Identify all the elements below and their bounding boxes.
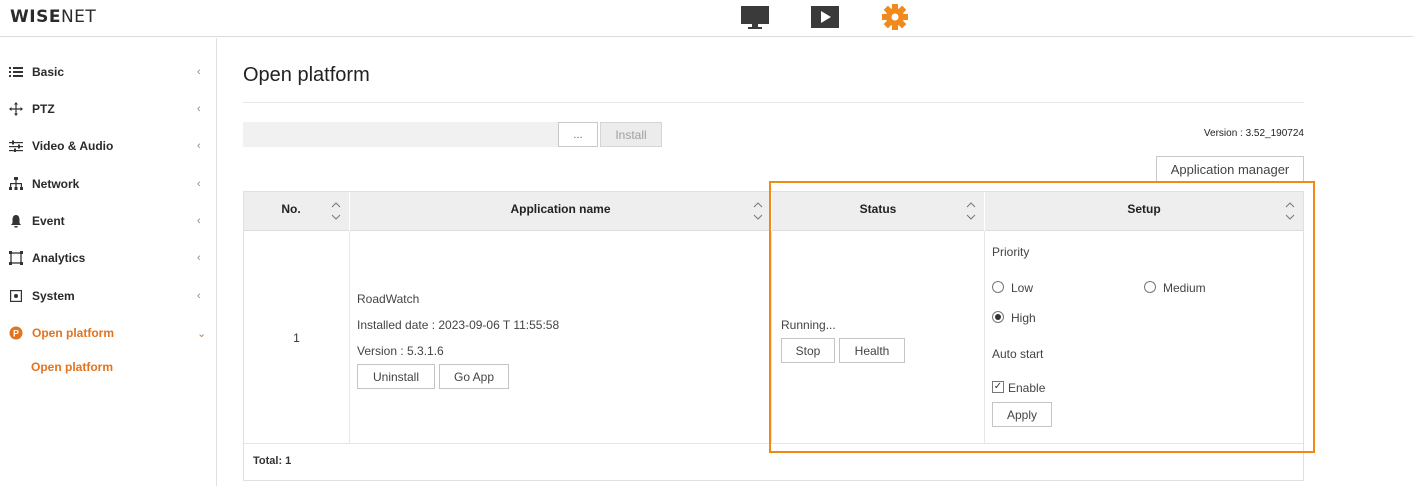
sidebar-item-ptz[interactable]: PTZ ‹	[0, 94, 216, 124]
sidebar-item-label: System	[32, 289, 75, 303]
chevron-left-icon: ‹	[197, 140, 201, 152]
sort-icon[interactable]	[966, 200, 976, 222]
sidebar-item-label: Event	[32, 214, 65, 228]
page-title: Open platform	[243, 64, 370, 86]
file-path-input[interactable]	[243, 122, 558, 147]
sidebar-item-analytics[interactable]: Analytics ‹	[0, 243, 216, 273]
chevron-left-icon: ‹	[197, 103, 201, 115]
app-version: Version : 5.3.1.6	[357, 344, 444, 358]
sidebar-subitem-open-platform[interactable]: Open platform	[31, 360, 113, 374]
sidebar-item-system[interactable]: System ‹	[0, 281, 216, 311]
total-count: Total: 1	[253, 455, 292, 467]
column-header-no[interactable]: No.	[244, 192, 350, 231]
cell-status: Running... Stop Health	[772, 231, 985, 443]
auto-start-label: Auto start	[992, 347, 1044, 361]
sidebar-item-open-platform[interactable]: P Open platform ⌄	[0, 318, 216, 348]
cell-application-name: RoadWatch Installed date : 2023-09-06 T …	[350, 231, 772, 443]
installed-date: Installed date : 2023-09-06 T 11:55:58	[357, 318, 560, 332]
logo-thin-text: NET	[60, 7, 97, 27]
table-footer: Total: 1	[244, 443, 1303, 480]
play-icon[interactable]	[810, 4, 840, 30]
priority-high-radio[interactable]	[992, 311, 1004, 323]
sidebar-item-label: Video & Audio	[32, 139, 114, 153]
sliders-icon	[9, 139, 23, 153]
sidebar-item-label: Open platform	[32, 326, 115, 340]
priority-low-label[interactable]: Low	[1011, 281, 1033, 295]
table-header: No. Application name Status Setup	[244, 192, 1303, 231]
network-icon	[9, 177, 23, 191]
logo-bold-text: WISE	[10, 7, 61, 27]
sidebar: Basic ‹ PTZ ‹ Video & Audio ‹ Network ‹ …	[0, 38, 217, 486]
sidebar-item-label: Basic	[32, 65, 65, 79]
priority-medium-radio[interactable]	[1144, 281, 1156, 293]
column-label: Status	[859, 202, 897, 216]
svg-text:P: P	[13, 329, 19, 339]
priority-medium-label[interactable]: Medium	[1163, 281, 1206, 295]
priority-label: Priority	[992, 245, 1030, 259]
open-platform-icon: P	[9, 326, 23, 340]
browse-button[interactable]: ...	[558, 122, 598, 147]
sidebar-item-label: PTZ	[32, 102, 55, 116]
health-button[interactable]: Health	[839, 338, 905, 363]
sort-icon[interactable]	[753, 200, 763, 222]
stop-button[interactable]: Stop	[781, 338, 835, 363]
priority-low-radio[interactable]	[992, 281, 1004, 293]
app-name: RoadWatch	[357, 292, 420, 306]
sidebar-item-basic[interactable]: Basic ‹	[0, 57, 216, 87]
bell-icon	[9, 214, 23, 228]
column-header-status[interactable]: Status	[772, 192, 985, 231]
move-icon	[9, 102, 23, 116]
install-button[interactable]: Install	[600, 122, 662, 147]
wisenet-logo: WISENET	[10, 7, 96, 27]
system-icon	[9, 289, 23, 303]
frame-icon	[9, 251, 23, 265]
cell-setup: Priority Low Medium High Auto start ✓ En…	[985, 231, 1303, 443]
chevron-down-icon: ⌄	[197, 327, 207, 340]
column-label: No.	[281, 202, 301, 216]
column-header-application-name[interactable]: Application name	[350, 192, 772, 231]
sidebar-item-event[interactable]: Event ‹	[0, 206, 216, 236]
uninstall-button[interactable]: Uninstall	[357, 364, 435, 389]
chevron-left-icon: ‹	[197, 178, 201, 190]
sidebar-item-label: Analytics	[32, 251, 86, 265]
sort-icon[interactable]	[331, 200, 341, 222]
priority-high-label[interactable]: High	[1011, 311, 1036, 325]
chevron-left-icon: ‹	[197, 290, 201, 302]
sort-icon[interactable]	[1285, 200, 1295, 222]
column-label: Setup	[1127, 202, 1161, 216]
chevron-left-icon: ‹	[197, 215, 201, 227]
chevron-left-icon: ‹	[197, 252, 201, 264]
go-app-button[interactable]: Go App	[439, 364, 509, 389]
chevron-left-icon: ‹	[197, 66, 201, 78]
enable-label[interactable]: Enable	[1008, 381, 1045, 395]
sidebar-item-label: Network	[32, 177, 80, 191]
application-manager-button[interactable]: Application manager	[1156, 156, 1304, 182]
monitor-icon[interactable]	[740, 4, 770, 30]
version-label: Version : 3.52_190724	[1203, 128, 1304, 139]
top-header: WISENET	[0, 0, 1413, 37]
status-text: Running...	[781, 318, 836, 332]
enable-checkbox[interactable]: ✓	[992, 381, 1004, 393]
column-label: Application name	[510, 202, 611, 216]
title-divider	[243, 102, 1304, 103]
sidebar-item-video-audio[interactable]: Video & Audio ‹	[0, 131, 216, 161]
column-header-setup[interactable]: Setup	[985, 192, 1303, 231]
row-number: 1	[293, 331, 300, 345]
cell-no: 1	[244, 231, 350, 443]
sidebar-item-network[interactable]: Network ‹	[0, 169, 216, 199]
list-icon	[9, 65, 23, 79]
gear-icon[interactable]	[880, 4, 910, 30]
apply-button[interactable]: Apply	[992, 402, 1052, 427]
applications-table: No. Application name Status Setup 1 Road…	[243, 191, 1304, 481]
